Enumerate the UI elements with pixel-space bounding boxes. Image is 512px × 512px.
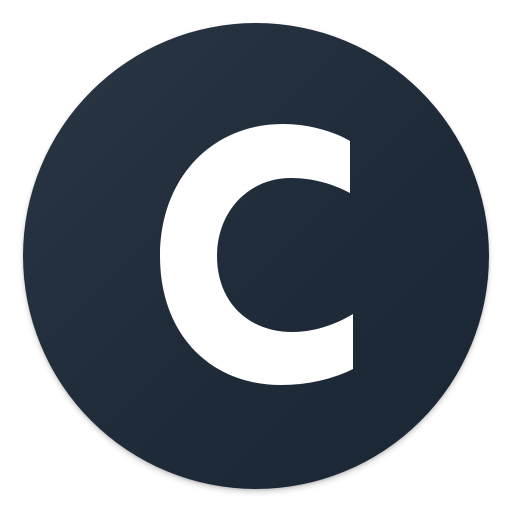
c-letter-logo-icon (160, 124, 353, 385)
app-icon[interactable] (23, 23, 489, 489)
app-icon-canvas (0, 0, 512, 512)
c-letter-glyph (160, 124, 353, 385)
